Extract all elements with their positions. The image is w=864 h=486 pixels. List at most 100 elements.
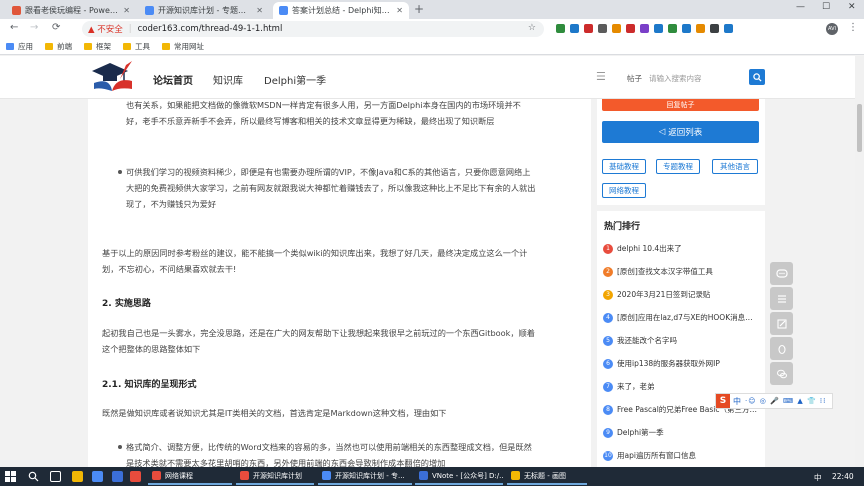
- float-list-button[interactable]: [770, 287, 793, 310]
- search-input[interactable]: 请输入搜索内容: [649, 73, 702, 84]
- wechat-icon: [776, 369, 787, 378]
- extension-icon[interactable]: [556, 24, 565, 33]
- extension-icon[interactable]: [612, 24, 621, 33]
- site-logo-icon[interactable]: [90, 59, 136, 95]
- nav-knowledge-base[interactable]: 知识库: [213, 72, 243, 87]
- hot-item-link[interactable]: 来了，老弟: [617, 381, 655, 392]
- browser-tab-1[interactable]: 跟看老侯玩编程 - Powered by D ✕: [6, 2, 136, 19]
- close-window-button[interactable]: ✕: [848, 2, 856, 12]
- url-text[interactable]: coder163.com/thread-49-1-1.html: [138, 24, 283, 34]
- tag-special-tutorial[interactable]: 专题教程: [656, 159, 700, 174]
- maximize-button[interactable]: ☐: [822, 2, 830, 12]
- taskbar-task-button[interactable]: 开源知识库计划 - 专...: [318, 468, 412, 485]
- extension-icon[interactable]: [682, 24, 691, 33]
- not-secure-badge[interactable]: ▲ 不安全: [88, 23, 123, 35]
- hot-ranking-item[interactable]: 3 2020年3月21日签到记录贴: [603, 289, 759, 300]
- new-tab-button[interactable]: +: [414, 2, 424, 16]
- file-explorer-icon[interactable]: [72, 471, 83, 482]
- extension-icon[interactable]: [640, 24, 649, 33]
- extension-icon[interactable]: [598, 24, 607, 33]
- hot-item-link[interactable]: 使用ip138的服务器获取外网IP: [617, 358, 720, 369]
- nav-forum-home[interactable]: 论坛首页: [153, 72, 193, 87]
- forward-button[interactable]: →: [30, 22, 38, 33]
- bookmark-folder-frontend[interactable]: 前端: [45, 41, 72, 52]
- reply-button[interactable]: 回复帖子: [602, 99, 759, 111]
- hot-item-link[interactable]: 用api遍历所有窗口信息: [617, 450, 696, 461]
- extension-icon[interactable]: [584, 24, 593, 33]
- back-to-list-button[interactable]: ◁ 返回列表: [602, 121, 759, 143]
- article-paragraph: 既然是做知识库或者说知识尤其是IT类相关的文档，首选肯定是Markdown这种文…: [102, 408, 447, 418]
- browser-tab-2[interactable]: 开源知识库计划 - 专题教程 - 新· ✕: [139, 2, 269, 19]
- hot-ranking-item[interactable]: 1 delphi 10.4出来了: [603, 243, 759, 254]
- rank-number-badge: 3: [603, 289, 613, 300]
- hot-ranking-item[interactable]: 7 来了，老弟: [603, 381, 759, 392]
- reload-button[interactable]: ⟳: [52, 22, 60, 33]
- bookmark-star-icon[interactable]: ☆: [528, 23, 536, 33]
- extension-icon[interactable]: [570, 24, 579, 33]
- ime-language[interactable]: 中: [733, 396, 741, 407]
- float-chat-button[interactable]: [770, 262, 793, 285]
- taskbar-task-button[interactable]: 无标题 - 画图: [507, 468, 587, 485]
- float-qq-button[interactable]: [770, 337, 793, 360]
- windows-start-icon[interactable]: [5, 471, 16, 482]
- search-button[interactable]: [749, 69, 765, 85]
- tab-close-icon[interactable]: ✕: [396, 6, 403, 15]
- task-view-icon[interactable]: [50, 471, 61, 482]
- taskbar-task-button[interactable]: 网络课程: [148, 468, 232, 485]
- tab-close-icon[interactable]: ✕: [256, 6, 263, 15]
- taskbar-task-button[interactable]: 开源知识库计划: [236, 468, 314, 485]
- search-icon[interactable]: [28, 471, 39, 482]
- taskbar-task-button[interactable]: VNote - [公众号] D:/...: [415, 468, 503, 485]
- scrollbar-thumb[interactable]: [857, 104, 862, 152]
- tag-other-languages[interactable]: 其他语言: [712, 159, 758, 174]
- extension-icon[interactable]: [724, 24, 733, 33]
- tag-basic-tutorial[interactable]: 基础教程: [602, 159, 646, 174]
- chrome-icon[interactable]: [92, 471, 103, 482]
- ime-toolbar[interactable]: S 中 ·☺ ◎ 🎤 ⌨ ▲ 👕 ⁞⁞: [715, 393, 833, 409]
- bookmark-folder-tools[interactable]: 工具: [123, 41, 150, 52]
- hot-item-link[interactable]: 2020年3月21日签到记录贴: [617, 289, 710, 300]
- folder-icon: [45, 43, 53, 50]
- app-icon: [322, 471, 331, 480]
- hot-item-link[interactable]: Delphi第一季: [617, 427, 664, 438]
- ime-tool-icons[interactable]: ·☺ ◎ 🎤 ⌨ ▲ 👕 ⁞⁞: [745, 397, 826, 405]
- rank-number-badge: 7: [603, 381, 613, 392]
- profile-avatar[interactable]: AVI: [826, 23, 838, 35]
- nav-delphi-season-1[interactable]: Delphi第一季: [264, 72, 326, 87]
- browser-tab-3-active[interactable]: 答案计划总结 - Delphi知识库 ✕: [273, 2, 409, 19]
- tab-favicon-icon: [145, 6, 154, 15]
- hot-item-link[interactable]: [原创]查找文本汉字带值工具: [617, 266, 713, 277]
- hot-ranking-item[interactable]: 9 Delphi第一季: [603, 427, 759, 438]
- extension-icon[interactable]: [668, 24, 677, 33]
- search-type-select[interactable]: 帖子: [627, 73, 642, 84]
- taskbar-ime-indicator[interactable]: 中: [814, 472, 822, 483]
- bookmark-folder-framework[interactable]: 框架: [84, 41, 111, 52]
- tab-favicon-icon: [12, 6, 21, 15]
- app-icon[interactable]: [130, 471, 141, 482]
- list-menu-icon[interactable]: ☰: [596, 70, 606, 83]
- hot-ranking-item[interactable]: 10 用api遍历所有窗口信息: [603, 450, 759, 461]
- bookmark-folder-common[interactable]: 常用网址: [162, 41, 204, 52]
- minimize-button[interactable]: —: [796, 2, 805, 12]
- tab-close-icon[interactable]: ✕: [123, 6, 130, 15]
- extension-icon[interactable]: [654, 24, 663, 33]
- extension-icon[interactable]: [696, 24, 705, 33]
- hot-ranking-item[interactable]: 6 使用ip138的服务器获取外网IP: [603, 358, 759, 369]
- taskbar-clock[interactable]: 22:40: [832, 472, 854, 481]
- address-bar[interactable]: ▲ 不安全 | coder163.com/thread-49-1-1.html …: [82, 21, 544, 37]
- hot-ranking-item[interactable]: 4 [原创]应用在laz,d7与XE的HOOK消息框...: [603, 312, 759, 323]
- extension-icon[interactable]: [626, 24, 635, 33]
- hot-item-link[interactable]: [原创]应用在laz,d7与XE的HOOK消息框...: [617, 312, 759, 323]
- back-button[interactable]: ←: [10, 22, 18, 33]
- bookmark-apps[interactable]: 应用: [6, 41, 33, 52]
- app-icon[interactable]: [112, 471, 123, 482]
- float-edit-button[interactable]: [770, 312, 793, 335]
- extension-icon[interactable]: [710, 24, 719, 33]
- browser-menu-icon[interactable]: ⋮: [848, 22, 858, 33]
- hot-item-link[interactable]: delphi 10.4出来了: [617, 243, 682, 254]
- float-wechat-button[interactable]: [770, 362, 793, 385]
- hot-item-link[interactable]: 我还能改个名字吗: [617, 335, 677, 346]
- hot-ranking-item[interactable]: 5 我还能改个名字吗: [603, 335, 759, 346]
- tag-network-tutorial[interactable]: 网络教程: [602, 183, 646, 198]
- hot-ranking-item[interactable]: 2 [原创]查找文本汉字带值工具: [603, 266, 759, 277]
